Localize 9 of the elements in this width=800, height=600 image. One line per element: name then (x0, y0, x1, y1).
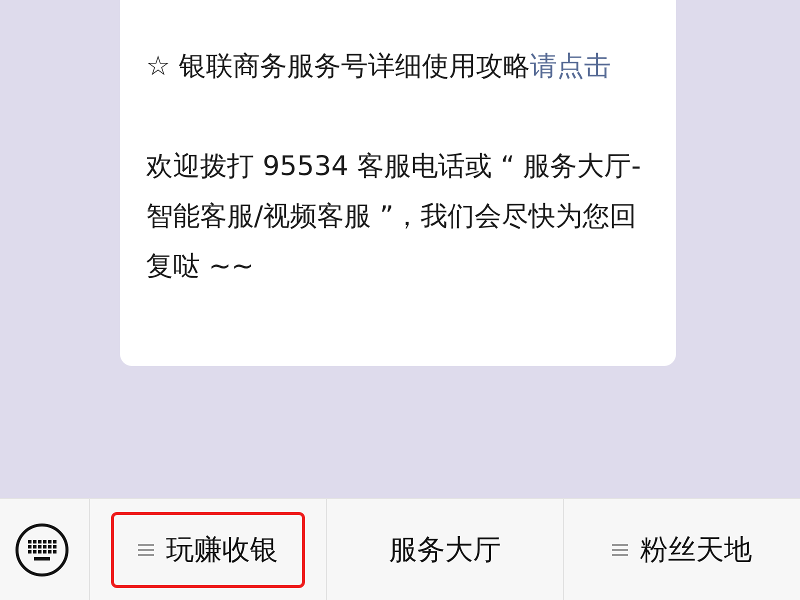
message-text: 欢迎拨打 95534 客服电话或 “ 服务大厅-智能客服/视频客服 ”，我们会尽快为您回复哒 ~~ (146, 150, 642, 284)
menu-item[interactable]: 服务大厅 (362, 512, 528, 588)
keyboard-icon[interactable] (15, 522, 69, 576)
menu-item[interactable]: 玩赚收银 (111, 512, 305, 588)
menu-lines-icon (138, 542, 154, 556)
message-text: ☆ 银联商务服务号详细使用攻略请点击 (146, 50, 612, 84)
menu-item[interactable]: 粉丝天地 (585, 512, 779, 588)
menu-lines-icon (612, 542, 628, 556)
link[interactable]: 请点击 (530, 51, 611, 82)
